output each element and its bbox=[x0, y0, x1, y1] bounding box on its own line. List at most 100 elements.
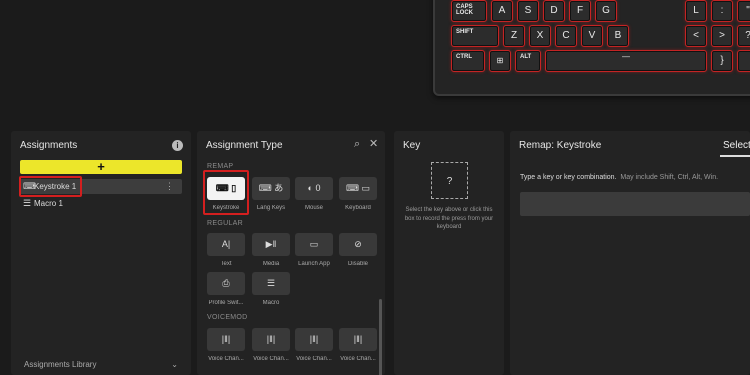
macro-list-icon: ☰ bbox=[23, 198, 32, 208]
tile-disable[interactable]: ⊘ bbox=[339, 233, 377, 256]
section-remap: REMAP bbox=[207, 163, 234, 170]
lang-keys-icon: ⌨︎ あ bbox=[258, 183, 284, 193]
scrollbar[interactable] bbox=[379, 299, 382, 375]
remap-panel: Remap: Keystroke Select Type a key or ke… bbox=[510, 131, 750, 375]
key-label: C bbox=[562, 29, 570, 41]
tile-mouse[interactable]: ◐ 0 bbox=[295, 177, 333, 200]
tile-label-text: Text bbox=[220, 261, 232, 267]
key-z[interactable]: Z bbox=[503, 25, 525, 47]
tab-underline bbox=[720, 155, 750, 157]
key-period[interactable]: > bbox=[711, 25, 733, 47]
remap-title: Remap: Keystroke bbox=[519, 140, 602, 151]
mouse-icon: ◐ 0 bbox=[307, 183, 321, 193]
key-comma[interactable]: < bbox=[685, 25, 707, 47]
close-icon[interactable]: ✕ bbox=[369, 139, 378, 150]
tile-label-voice-changer-3: Voice Chan... bbox=[296, 356, 332, 362]
record-key-box[interactable]: ? bbox=[431, 162, 468, 199]
key-s[interactable]: S bbox=[517, 0, 539, 22]
tile-label-keyboard: Keyboard bbox=[345, 205, 371, 211]
key-label: ? bbox=[745, 30, 750, 42]
profile-switch-icon: ⎙ bbox=[222, 278, 230, 288]
key-label: : bbox=[720, 4, 724, 16]
tile-lang-keys[interactable]: ⌨︎ あ bbox=[252, 177, 290, 200]
key-alt[interactable]: ALT bbox=[515, 50, 541, 72]
key-v[interactable]: V bbox=[581, 25, 603, 47]
assignments-panel: Assignments i + ⌨︎ Keystroke 1 ⋮ ☰ Macro… bbox=[11, 131, 191, 375]
launch-app-icon: ▭ bbox=[309, 239, 319, 249]
key-label: ALT bbox=[520, 54, 532, 60]
key-description: Select the key above or click this box t… bbox=[404, 207, 494, 230]
tile-voice-changer-1[interactable]: |‖| bbox=[207, 328, 245, 351]
key-label: < bbox=[693, 29, 699, 41]
assignment-item-macro-1[interactable]: ☰ Macro 1 bbox=[20, 196, 182, 211]
assignment-item-label: Macro 1 bbox=[34, 199, 63, 208]
tile-label-disable: Disable bbox=[347, 261, 368, 267]
tile-keyboard[interactable]: ⌨︎ ▭ bbox=[339, 177, 377, 200]
key-c[interactable]: C bbox=[555, 25, 577, 47]
macro-icon: ☰ bbox=[266, 278, 276, 288]
remap-hint-sub: May include Shift, Ctrl, Alt, Win. bbox=[620, 174, 719, 181]
key-x[interactable]: X bbox=[529, 25, 551, 47]
tile-voice-changer-4[interactable]: |‖| bbox=[339, 328, 377, 351]
tile-label-lang-keys: Lang Keys bbox=[256, 205, 286, 211]
voice-wave-icon: |‖| bbox=[221, 334, 231, 344]
key-brace[interactable]: } bbox=[711, 50, 733, 72]
key-space[interactable]: — bbox=[545, 50, 707, 72]
tile-profile-switch[interactable]: ⎙ bbox=[207, 272, 245, 295]
voice-wave-icon: |‖| bbox=[353, 334, 363, 344]
text-icon: A| bbox=[221, 239, 231, 249]
key-quote[interactable]: " bbox=[737, 0, 750, 22]
assignments-library-toggle[interactable]: Assignments Library bbox=[24, 360, 96, 369]
key-a[interactable]: A bbox=[491, 0, 513, 22]
key-semicolon[interactable]: : bbox=[711, 0, 733, 22]
key-slash[interactable]: ? bbox=[737, 25, 750, 47]
key-right[interactable] bbox=[737, 50, 750, 72]
tab-select[interactable]: Select bbox=[723, 140, 750, 151]
tile-voice-changer-3[interactable]: |‖| bbox=[295, 328, 333, 351]
key-caps-lock[interactable]: CAPS LOCK bbox=[451, 0, 487, 22]
key-windows[interactable]: ⊞ bbox=[489, 50, 511, 72]
section-voicemod: VOICEMOD bbox=[207, 314, 248, 321]
key-l[interactable]: L bbox=[685, 0, 707, 22]
key-label: CTRL bbox=[456, 54, 472, 60]
key-label: A bbox=[498, 4, 506, 16]
tile-launch-app[interactable]: ▭ bbox=[295, 233, 333, 256]
tile-label-media: Media bbox=[262, 261, 280, 267]
add-assignment-button[interactable]: + bbox=[20, 160, 182, 174]
highlight-box bbox=[203, 170, 249, 215]
tile-macro[interactable]: ☰ bbox=[252, 272, 290, 295]
tile-label-voice-changer-4: Voice Chan... bbox=[340, 356, 376, 362]
section-regular: REGULAR bbox=[207, 220, 243, 227]
key-label: " bbox=[746, 4, 750, 16]
tile-label-voice-changer-2: Voice Chan... bbox=[253, 356, 289, 362]
media-icon: ▶‖ bbox=[265, 239, 277, 249]
tile-voice-changer-2[interactable]: |‖| bbox=[252, 328, 290, 351]
info-icon[interactable]: i bbox=[172, 140, 183, 151]
tile-label-launch-app: Launch App bbox=[298, 261, 330, 267]
key-ctrl[interactable]: CTRL bbox=[451, 50, 485, 72]
tile-text[interactable]: A| bbox=[207, 233, 245, 256]
keyboard-icon: ⌨︎ ▭ bbox=[346, 183, 370, 193]
highlight-box bbox=[19, 176, 82, 197]
key-label: X bbox=[536, 29, 544, 41]
space-mark-icon: — bbox=[622, 51, 630, 61]
voice-wave-icon: |‖| bbox=[309, 334, 319, 344]
key-d[interactable]: D bbox=[543, 0, 565, 22]
key-label: SHIFT bbox=[456, 29, 474, 35]
remap-hint: Type a key or key combination. May inclu… bbox=[520, 174, 718, 181]
keystroke-input[interactable] bbox=[520, 192, 750, 216]
key-f[interactable]: F bbox=[569, 0, 591, 22]
key-label: G bbox=[602, 4, 610, 16]
key-g[interactable]: G bbox=[595, 0, 617, 22]
search-icon[interactable]: ⌕ bbox=[354, 139, 360, 150]
key-b[interactable]: B bbox=[607, 25, 629, 47]
tile-label-macro: Macro bbox=[262, 300, 280, 306]
tile-media[interactable]: ▶‖ bbox=[252, 233, 290, 256]
key-panel: Key ? Select the key above or click this… bbox=[394, 131, 504, 375]
chevron-down-icon[interactable]: ⌄ bbox=[171, 360, 178, 369]
assignment-type-panel: Assignment Type ⌕ ✕ REMAP ⌨︎ ▯ Keystroke… bbox=[197, 131, 385, 375]
windows-icon: ⊞ bbox=[496, 55, 504, 65]
key-label: D bbox=[550, 4, 558, 16]
key-shift[interactable]: SHIFT bbox=[451, 25, 499, 47]
more-options-icon[interactable]: ⋮ bbox=[165, 179, 174, 194]
